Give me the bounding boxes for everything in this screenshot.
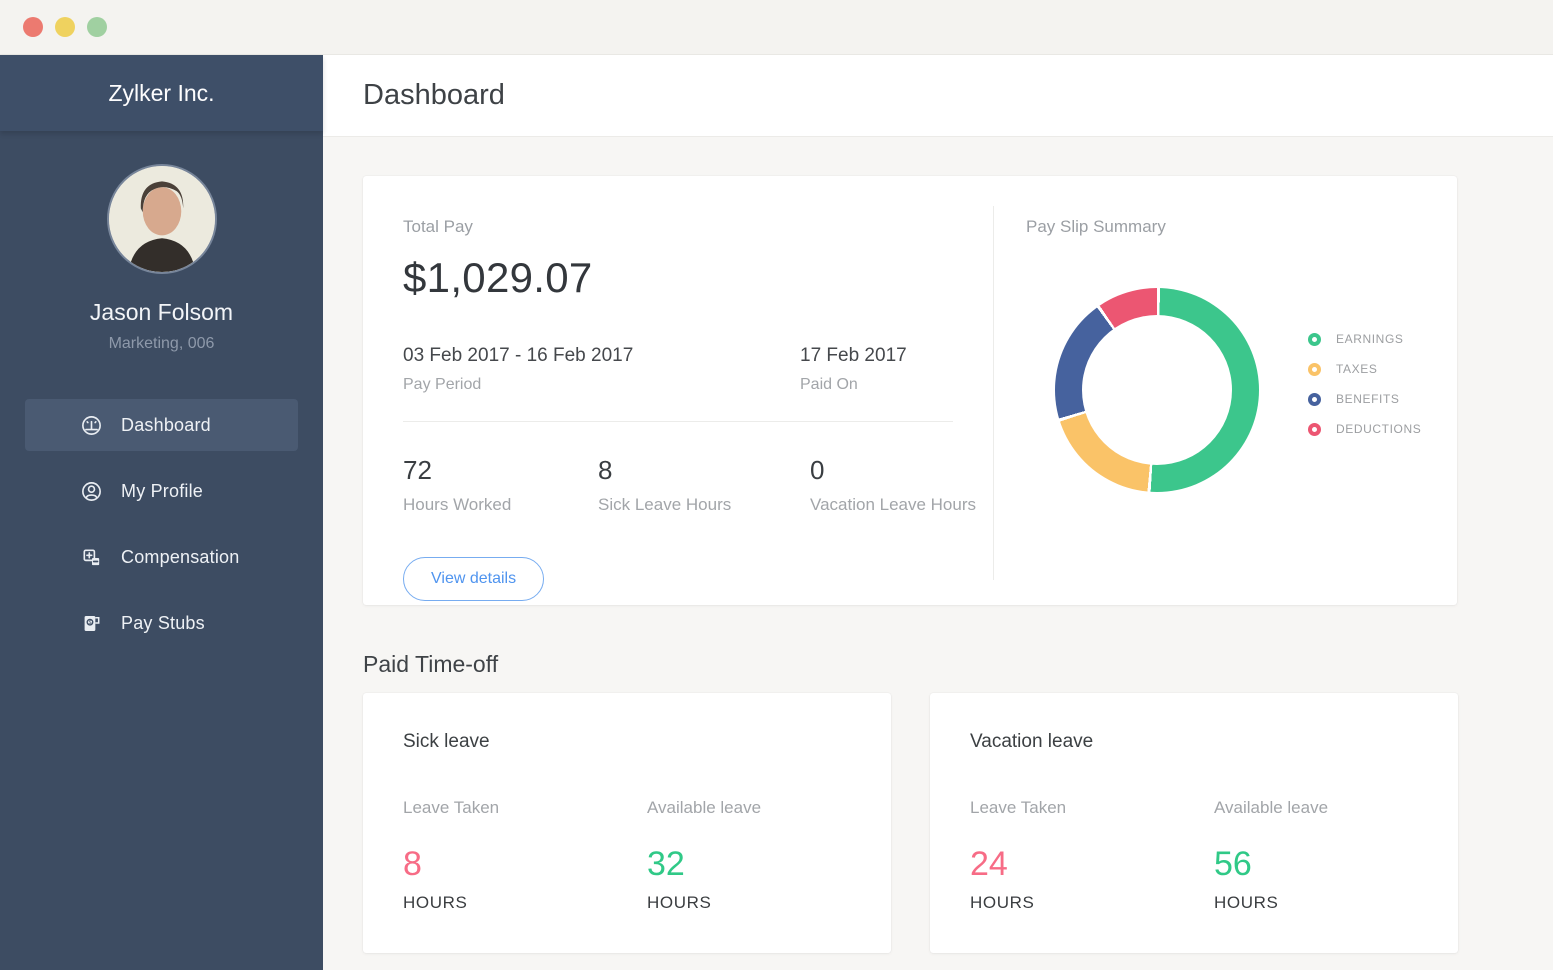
sidebar: Zylker Inc. Jason Folsom Marketing, 006 (0, 55, 323, 970)
sick-leave-card-title: Sick leave (403, 731, 490, 752)
legend-label: EARNINGS (1336, 332, 1404, 346)
available-leave-label: Available leave (1214, 798, 1329, 817)
legend-label: BENEFITS (1336, 392, 1400, 406)
pay-period-value: 03 Feb 2017 - 16 Feb 2017 (403, 345, 634, 366)
sidebar-item-label: My Profile (121, 480, 204, 501)
profile-name: Jason Folsom (89, 299, 234, 325)
chart-legend: EARNINGS TAXES BENEFITS DEDUCTIONS (1308, 324, 1421, 444)
legend-item-deductions: DEDUCTIONS (1308, 414, 1421, 444)
page-title: Dashboard (363, 79, 505, 111)
legend-item-benefits: BENEFITS (1308, 384, 1421, 414)
legend-item-earnings: EARNINGS (1308, 324, 1421, 354)
window-zoom-button[interactable] (87, 17, 107, 37)
sidebar-item-label: Pay Stubs (121, 612, 205, 633)
legend-label: DEDUCTIONS (1336, 422, 1422, 436)
paystub-icon: $ (80, 612, 103, 635)
hours-unit-label: HOURS (647, 893, 712, 912)
sidebar-menu: Dashboard My Profile Compensation $ Pay … (0, 399, 323, 649)
pay-slip-chart-area: EARNINGS TAXES BENEFITS DEDUCTIONS (1055, 288, 1457, 492)
vacation-leave-taken: Leave Taken 24 HOURS (970, 798, 1214, 913)
hours-unit-label: HOURS (970, 893, 1035, 912)
compensation-icon (80, 546, 103, 569)
divider (403, 421, 953, 422)
available-leave-value: 56 (1214, 845, 1252, 883)
vacation-leave-available: Available leave 56 HOURS (1214, 798, 1328, 913)
sidebar-item-label: Dashboard (121, 414, 211, 435)
gauge-icon (80, 414, 103, 437)
sidebar-item-compensation[interactable]: Compensation (25, 531, 298, 583)
sick-leave-available: Available leave 32 HOURS (647, 798, 761, 913)
hours-worked-value: 72 (403, 455, 432, 485)
available-leave-value: 32 (647, 845, 685, 883)
hours-worked-stat: 72 Hours Worked (403, 455, 598, 515)
profile-section: Jason Folsom Marketing, 006 (0, 131, 323, 353)
paid-on-value: 17 Feb 2017 (800, 345, 907, 366)
benefits-swatch-icon (1308, 392, 1321, 406)
total-pay-amount: $1,029.07 (403, 254, 593, 301)
deductions-swatch-icon (1308, 422, 1321, 436)
hours-unit-label: HOURS (1214, 893, 1279, 912)
vacation-leave-card-title: Vacation leave (970, 731, 1094, 752)
earnings-swatch-icon (1308, 332, 1321, 346)
hours-unit-label: HOURS (403, 893, 468, 912)
sick-leave-hours-stat: 8 Sick Leave Hours (598, 455, 810, 515)
vacation-leave-card: Vacation leave Leave Taken 24 HOURS Avai… (930, 693, 1458, 953)
leave-taken-label: Leave Taken (403, 798, 500, 817)
avatar-photo-placeholder (108, 166, 215, 272)
pay-summary-card: Total Pay $1,029.07 03 Feb 2017 - 16 Feb… (363, 176, 1457, 605)
leave-taken-value: 24 (970, 845, 1008, 883)
pay-period-label: Pay Period (403, 376, 482, 393)
avatar (106, 164, 217, 274)
paid-time-off-row: Sick leave Leave Taken 8 HOURS Available… (363, 693, 1553, 953)
user-icon (80, 480, 103, 503)
sick-leave-card: Sick leave Leave Taken 8 HOURS Available… (363, 693, 891, 953)
sick-leave-hours-label: Sick Leave Hours (598, 495, 732, 514)
window-minimize-button[interactable] (55, 17, 75, 37)
sidebar-item-pay-stubs[interactable]: $ Pay Stubs (25, 597, 298, 649)
vacation-leave-hours-label: Vacation Leave Hours (810, 495, 977, 514)
svg-text:$: $ (88, 619, 91, 625)
payslip-donut (1055, 288, 1259, 492)
vacation-leave-hours-value: 0 (810, 455, 825, 485)
page-header: Dashboard (323, 55, 1553, 137)
hours-stats-row: 72 Hours Worked 8 Sick Leave Hours 0 Vac… (403, 455, 993, 515)
available-leave-label: Available leave (647, 798, 762, 817)
content-area: Total Pay $1,029.07 03 Feb 2017 - 16 Feb… (323, 137, 1553, 953)
leave-taken-label: Leave Taken (970, 798, 1067, 817)
total-pay-label: Total Pay (403, 217, 473, 236)
total-pay-section: Total Pay $1,029.07 03 Feb 2017 - 16 Feb… (363, 176, 993, 605)
taxes-swatch-icon (1308, 362, 1321, 376)
vacation-leave-hours-stat: 0 Vacation Leave Hours (810, 455, 976, 515)
hours-worked-label: Hours Worked (403, 495, 512, 514)
app-window: Zylker Inc. Jason Folsom Marketing, 006 (0, 0, 1553, 970)
sick-leave-hours-value: 8 (598, 455, 613, 485)
legend-label: TAXES (1336, 362, 1378, 376)
legend-item-taxes: TAXES (1308, 354, 1421, 384)
sick-leave-taken: Leave Taken 8 HOURS (403, 798, 647, 913)
pay-slip-summary-title: Pay Slip Summary (1026, 217, 1166, 236)
paid-on-label: Paid On (800, 376, 858, 393)
sidebar-item-dashboard[interactable]: Dashboard (25, 399, 298, 451)
company-name: Zylker Inc. (0, 55, 323, 131)
sidebar-item-my-profile[interactable]: My Profile (25, 465, 298, 517)
pay-period-row: 03 Feb 2017 - 16 Feb 2017 Pay Period 17 … (403, 345, 993, 394)
profile-subtitle: Marketing, 006 (108, 335, 215, 352)
leave-taken-value: 8 (403, 845, 422, 883)
view-details-button[interactable]: View details (403, 557, 545, 601)
main-area: Dashboard Total Pay $1,029.07 03 Feb 201… (323, 55, 1553, 970)
paid-time-off-title: Paid Time-off (363, 651, 499, 677)
window-close-button[interactable] (23, 17, 43, 37)
sidebar-item-label: Compensation (121, 546, 240, 567)
window-titlebar (0, 0, 1553, 55)
pay-slip-summary-section: Pay Slip Summary EARNINGS TAXES BENEFITS… (994, 176, 1457, 605)
